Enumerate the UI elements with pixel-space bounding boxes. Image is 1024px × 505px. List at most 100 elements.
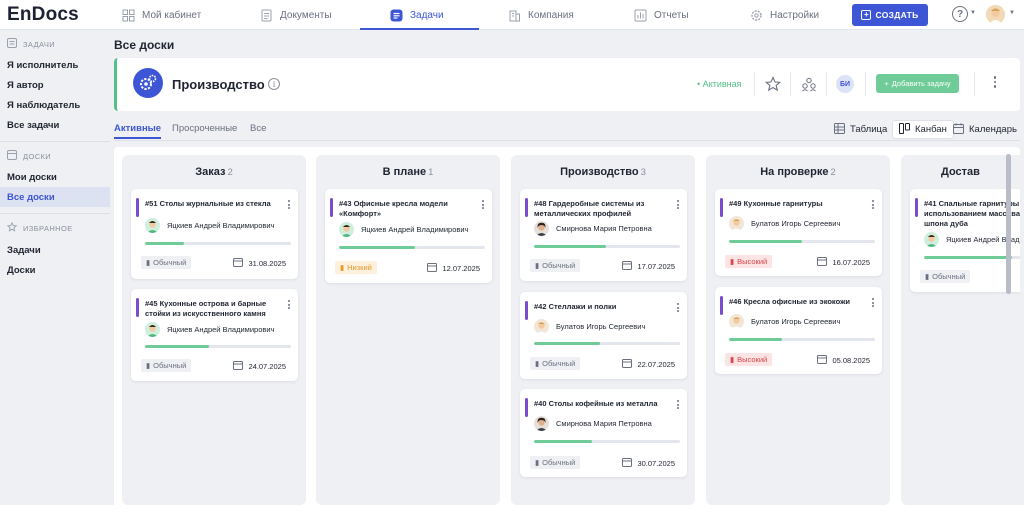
add-task-button[interactable]: + Добавить задачу bbox=[876, 74, 959, 93]
tab-all[interactable]: Все bbox=[250, 123, 266, 134]
more-icon[interactable] bbox=[872, 298, 874, 307]
card-assignee: Яцкиев Андрей Владимирович bbox=[145, 322, 274, 337]
nav-label: Мой кабинет bbox=[142, 9, 202, 21]
card-title[interactable]: #51 Столы журнальные из стекла bbox=[145, 199, 273, 209]
card-title[interactable]: #45 Кухонные острова и барные стойки из … bbox=[145, 299, 273, 319]
gears-icon bbox=[133, 68, 163, 98]
card-assignee: Смирнова Мария Петровна bbox=[534, 221, 652, 236]
card-title[interactable]: #42 Стеллажи и полки bbox=[534, 302, 662, 312]
nav-label: Компания bbox=[528, 9, 574, 21]
card-title[interactable]: #43 Офисные кресла модели «Комфорт» bbox=[339, 199, 467, 219]
calendar-icon bbox=[233, 360, 244, 372]
nav-settings[interactable]: Настройки bbox=[750, 0, 819, 30]
more-icon[interactable] bbox=[677, 303, 679, 312]
sidebar-item-all-boards[interactable]: Все доски bbox=[0, 187, 110, 207]
avatar bbox=[534, 221, 549, 236]
due-date: 17.07.2025 bbox=[622, 260, 675, 272]
priority-icon: ▮ bbox=[535, 458, 540, 467]
nav-label: Отчеты bbox=[654, 9, 689, 21]
member-avatar[interactable]: БИ bbox=[836, 75, 854, 93]
more-icon[interactable] bbox=[288, 200, 290, 209]
view-calendar-button[interactable]: Календарь bbox=[947, 120, 1023, 139]
view-table-button[interactable]: Таблица bbox=[828, 120, 893, 139]
user-avatar[interactable] bbox=[986, 5, 1005, 24]
priority-icon: ▮ bbox=[535, 261, 540, 270]
task-card[interactable]: #46 Кресла офисные из экокожи Булатов Иг… bbox=[715, 287, 882, 374]
view-kanban-button[interactable]: Канбан bbox=[892, 120, 954, 139]
task-card[interactable]: #49 Кухонные гарнитуры Булатов Игорь Сер… bbox=[715, 189, 882, 276]
top-bar: EnDocs Мой кабинет Документы Задачи Комп… bbox=[0, 0, 1024, 30]
plus-icon: + bbox=[884, 79, 889, 88]
card-title[interactable]: #40 Столы кофейные из металла bbox=[534, 399, 662, 409]
task-card[interactable]: #45 Кухонные острова и барные стойки из … bbox=[131, 289, 298, 381]
tab-overdue[interactable]: Просроченные bbox=[172, 123, 237, 134]
more-icon[interactable] bbox=[872, 200, 874, 209]
nav-label: Документы bbox=[280, 9, 332, 21]
kanban-scrollbar[interactable] bbox=[1006, 154, 1011, 294]
create-button[interactable]: + СОЗДАТЬ bbox=[852, 4, 928, 26]
card-title[interactable]: #46 Кресла офисные из экокожи bbox=[729, 297, 857, 307]
card-assignee: Булатов Игорь Сергеевич bbox=[729, 216, 840, 231]
tasks-stack-icon bbox=[7, 38, 17, 50]
task-card[interactable]: #48 Гардеробные системы из металлических… bbox=[520, 189, 687, 281]
nav-my-cabinet[interactable]: Мой кабинет bbox=[122, 0, 201, 30]
sidebar-item-assignee[interactable]: Я исполнитель bbox=[0, 55, 110, 75]
sidebar-item-author[interactable]: Я автор bbox=[0, 75, 110, 95]
building-icon bbox=[508, 9, 521, 22]
sidebar: ЗАДАЧИ Я исполнитель Я автор Я наблюдате… bbox=[0, 30, 110, 505]
sidebar-item-fav-tasks[interactable]: Задачи bbox=[0, 240, 110, 260]
tab-active[interactable]: Активные bbox=[114, 123, 162, 139]
card-assignee: Яцкиев Андрей Владимирович bbox=[339, 222, 468, 237]
nav-reports[interactable]: Отчеты bbox=[634, 0, 689, 30]
avatar bbox=[924, 232, 939, 247]
create-button-label: СОЗДАТЬ bbox=[875, 10, 919, 20]
priority-icon: ▮ bbox=[730, 355, 735, 364]
avatar bbox=[534, 319, 549, 334]
priority-icon: ▮ bbox=[925, 272, 930, 281]
more-icon[interactable] bbox=[990, 76, 1000, 88]
nav-documents[interactable]: Документы bbox=[260, 0, 332, 30]
more-icon[interactable] bbox=[677, 200, 679, 209]
nav-tasks[interactable]: Задачи bbox=[360, 0, 478, 30]
card-assignee: Яцкиев Андрей Владимирович bbox=[145, 218, 274, 233]
priority-icon: ▮ bbox=[340, 263, 345, 272]
due-date: 22.07.2025 bbox=[622, 358, 675, 370]
more-icon[interactable] bbox=[288, 300, 290, 309]
card-title[interactable]: #48 Гардеробные системы из металлических… bbox=[534, 199, 662, 219]
kanban-column-delivery: Достав #41 Спальные гарнитуры использова… bbox=[901, 155, 1020, 505]
sidebar-item-all-tasks[interactable]: Все задачи bbox=[0, 115, 110, 135]
sidebar-item-observer[interactable]: Я наблюдатель bbox=[0, 95, 110, 115]
chevron-down-icon[interactable]: ▼ bbox=[970, 10, 976, 16]
task-card[interactable]: #40 Столы кофейные из металла Смирнова М… bbox=[520, 389, 687, 477]
divider bbox=[754, 72, 755, 96]
due-date: 05.08.2025 bbox=[817, 354, 870, 366]
info-icon[interactable]: i bbox=[268, 78, 280, 90]
users-icon[interactable] bbox=[801, 76, 817, 97]
app-logo[interactable]: EnDocs bbox=[7, 4, 79, 26]
gear-icon bbox=[750, 9, 763, 22]
board-header: Производство i • Активная БИ + Добавить … bbox=[114, 58, 1020, 111]
priority-badge: ▮ Низкий bbox=[335, 261, 377, 274]
task-card[interactable]: #42 Стеллажи и полки Булатов Игорь Серге… bbox=[520, 292, 687, 379]
divider bbox=[826, 72, 827, 96]
help-icon[interactable]: ? bbox=[952, 6, 968, 22]
task-card[interactable]: #43 Офисные кресла модели «Комфорт» Яцки… bbox=[325, 189, 492, 283]
divider bbox=[974, 72, 975, 96]
column-title: На проверке 2 bbox=[760, 166, 836, 178]
star-icon[interactable] bbox=[764, 76, 782, 97]
progress-bar bbox=[534, 342, 680, 345]
sidebar-item-fav-boards[interactable]: Доски bbox=[0, 260, 110, 280]
calendar-icon bbox=[817, 354, 828, 366]
nav-company[interactable]: Компания bbox=[508, 0, 574, 30]
more-icon[interactable] bbox=[482, 200, 484, 209]
sidebar-item-my-boards[interactable]: Мои доски bbox=[0, 167, 110, 187]
chevron-down-icon[interactable]: ▼ bbox=[1009, 10, 1015, 16]
task-card[interactable]: #51 Столы журнальные из стекла Яцкиев Ан… bbox=[131, 189, 298, 279]
more-icon[interactable] bbox=[677, 400, 679, 409]
avatar bbox=[729, 314, 744, 329]
task-card[interactable]: #41 Спальные гарнитуры использованием ма… bbox=[910, 189, 1020, 292]
card-title[interactable]: #49 Кухонные гарнитуры bbox=[729, 199, 857, 209]
priority-icon: ▮ bbox=[146, 361, 151, 370]
card-assignee: Булатов Игорь Сергеевич bbox=[729, 314, 840, 329]
kanban-column-planned: В плане 1 #43 Офисные кресла модели «Комф… bbox=[316, 155, 500, 505]
